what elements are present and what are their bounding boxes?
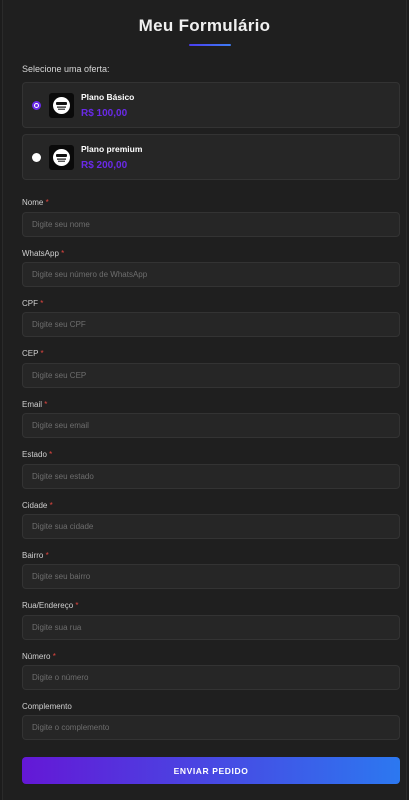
label-text: Complemento bbox=[22, 702, 72, 711]
label-text: WhatsApp bbox=[22, 249, 59, 258]
form-card: Meu Formulário Selecione uma oferta: Pla… bbox=[2, 0, 407, 800]
product-logo-icon bbox=[49, 93, 74, 118]
form-title: Meu Formulário bbox=[138, 16, 271, 35]
offer-option-premium[interactable]: Plano premium R$ 200,00 bbox=[22, 134, 400, 180]
title-underline bbox=[189, 44, 231, 46]
field-label-estado: Estado * bbox=[22, 450, 52, 459]
nome-input[interactable] bbox=[22, 212, 400, 237]
required-mark: * bbox=[44, 400, 48, 409]
field-label-rua: Rua/Endereço * bbox=[22, 601, 79, 610]
field-label-email: Email * bbox=[22, 400, 47, 409]
label-text: Estado bbox=[22, 450, 47, 459]
radio-unselected-icon[interactable] bbox=[32, 153, 41, 162]
required-mark: * bbox=[61, 249, 65, 258]
label-text: Email bbox=[22, 400, 43, 409]
required-mark: * bbox=[45, 551, 49, 560]
label-text: Cidade bbox=[22, 501, 48, 510]
offer-prompt: Selecione uma oferta: bbox=[22, 64, 110, 74]
field-label-whatsapp: WhatsApp * bbox=[22, 249, 64, 258]
numero-input[interactable] bbox=[22, 665, 400, 690]
radio-selected-icon[interactable] bbox=[32, 101, 41, 110]
required-mark: * bbox=[75, 601, 79, 610]
submit-order-button[interactable]: ENVIAR PEDIDO bbox=[22, 757, 400, 784]
required-mark: * bbox=[49, 450, 53, 459]
email-input[interactable] bbox=[22, 413, 400, 438]
field-label-cep: CEP * bbox=[22, 349, 44, 358]
label-text: CEP bbox=[22, 349, 39, 358]
complemento-input[interactable] bbox=[22, 715, 400, 740]
required-mark: * bbox=[45, 198, 49, 207]
cep-input[interactable] bbox=[22, 363, 400, 388]
offer-price: R$ 200,00 bbox=[81, 160, 128, 171]
field-label-complemento: Complemento bbox=[22, 702, 72, 711]
label-text: Nome bbox=[22, 198, 44, 207]
field-label-numero: Número * bbox=[22, 652, 56, 661]
required-mark: * bbox=[40, 349, 44, 358]
whatsapp-input[interactable] bbox=[22, 262, 400, 287]
required-mark: * bbox=[40, 299, 44, 308]
offer-name: Plano premium bbox=[81, 144, 143, 154]
field-label-cpf: CPF * bbox=[22, 299, 43, 308]
required-mark: * bbox=[49, 501, 53, 510]
cidade-input[interactable] bbox=[22, 514, 400, 539]
label-text: Número bbox=[22, 652, 51, 661]
required-mark: * bbox=[52, 652, 56, 661]
label-text: Rua/Endereço bbox=[22, 601, 74, 610]
offer-name: Plano Básico bbox=[81, 92, 135, 102]
product-logo-icon bbox=[49, 145, 74, 170]
field-label-cidade: Cidade * bbox=[22, 501, 53, 510]
field-label-nome: Nome * bbox=[22, 198, 49, 207]
offer-option-basic[interactable]: Plano Básico R$ 100,00 bbox=[22, 82, 400, 128]
bairro-input[interactable] bbox=[22, 564, 400, 589]
label-text: Bairro bbox=[22, 551, 44, 560]
field-label-bairro: Bairro * bbox=[22, 551, 49, 560]
offer-price: R$ 100,00 bbox=[81, 108, 128, 119]
rua-input[interactable] bbox=[22, 615, 400, 640]
label-text: CPF bbox=[22, 299, 38, 308]
estado-input[interactable] bbox=[22, 464, 400, 489]
cpf-input[interactable] bbox=[22, 312, 400, 337]
